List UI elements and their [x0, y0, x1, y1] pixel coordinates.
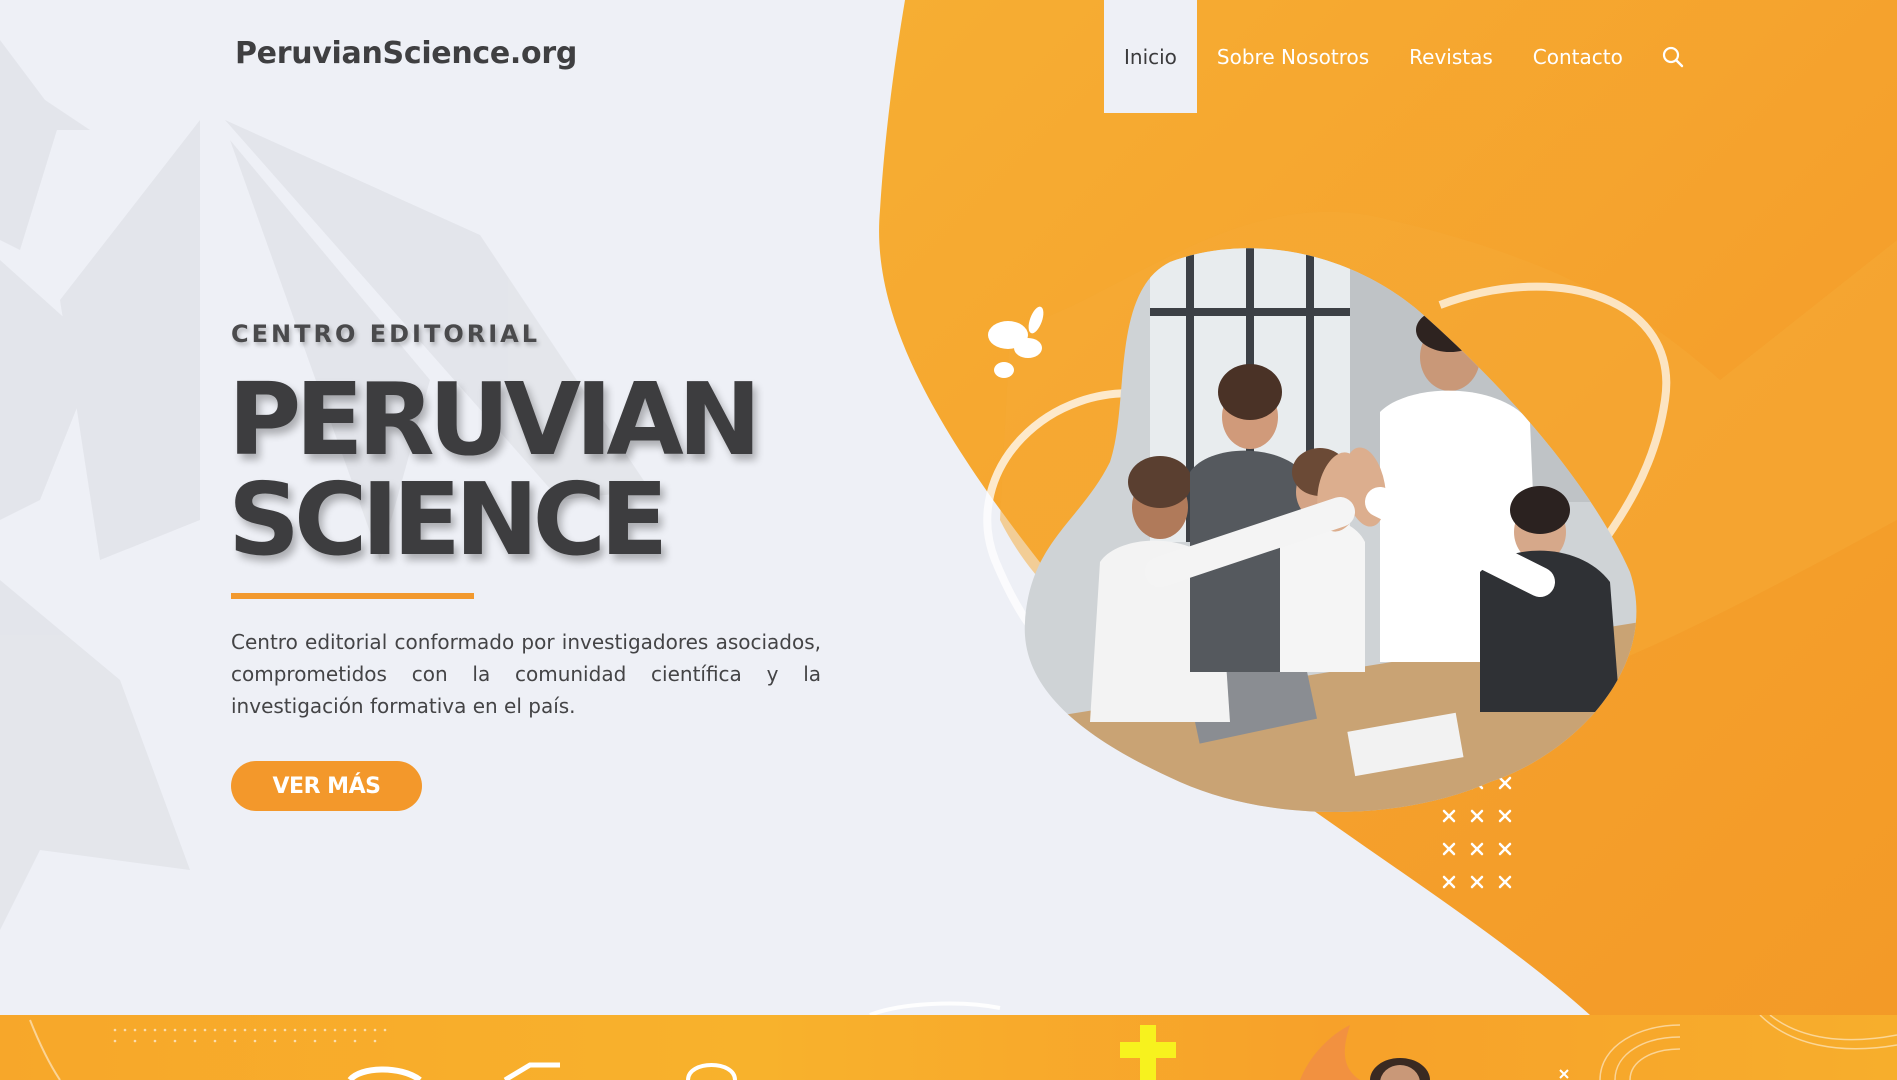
nav-item-sobre-nosotros[interactable]: Sobre Nosotros	[1197, 0, 1389, 113]
hero-description: Centro editorial conformado por investig…	[231, 630, 821, 718]
team-high-five-photo	[1024, 248, 1637, 813]
nav-item-inicio[interactable]: Inicio	[1104, 0, 1197, 113]
hero-title-line2: SCIENCE	[228, 461, 668, 578]
bottom-banner	[0, 1015, 1897, 1080]
main-nav: Inicio Sobre Nosotros Revistas Contacto	[1104, 0, 1685, 113]
hero-title: PERUVIAN SCIENCE	[228, 361, 761, 578]
nav-item-contacto[interactable]: Contacto	[1513, 0, 1643, 113]
ver-mas-button[interactable]: VER MÁS	[231, 761, 422, 811]
search-icon[interactable]	[1661, 45, 1685, 69]
hero-eyebrow: CENTRO EDITORIAL	[231, 320, 540, 348]
title-underline	[231, 593, 474, 599]
nav-item-revistas[interactable]: Revistas	[1389, 0, 1513, 113]
banner-decor	[29, 1015, 1897, 1080]
site-logo[interactable]: PeruvianScience.org	[235, 36, 577, 71]
hero-title-line1: PERUVIAN	[228, 361, 761, 478]
